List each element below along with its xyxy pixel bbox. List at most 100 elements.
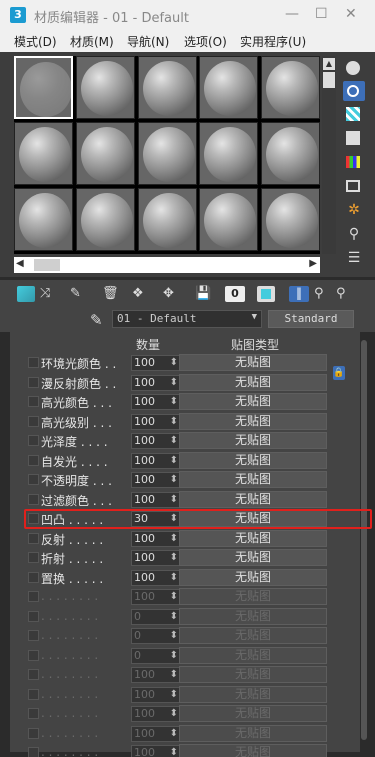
map-enable-checkbox[interactable] [28, 650, 39, 661]
maximize-icon[interactable]: ☐ [315, 6, 328, 22]
map-slot-button[interactable]: 无贴图 [179, 374, 327, 391]
put-to-library-icon[interactable]: 💾 [195, 286, 213, 302]
amount-spinner[interactable]: 0 ⬍ [131, 628, 181, 644]
panel-scrollbar[interactable] [361, 340, 367, 740]
make-preview-icon[interactable] [343, 176, 365, 196]
amount-spinner[interactable]: 100 ⬍ [131, 745, 181, 757]
get-material-icon[interactable] [17, 286, 35, 302]
map-slot-button[interactable]: 无贴图 [179, 744, 327, 757]
make-unique-icon[interactable]: ✥ [163, 286, 181, 302]
options-icon[interactable]: ✲ [343, 202, 365, 222]
spinner-arrows-icon[interactable]: ⬍ [170, 434, 178, 448]
material-map-navigator-icon[interactable]: ☰ [343, 250, 365, 270]
spinner-arrows-icon[interactable]: ⬍ [170, 376, 178, 390]
sample-slot[interactable] [138, 122, 197, 185]
spinner-arrows-icon[interactable]: ⬍ [170, 649, 178, 663]
spinner-arrows-icon[interactable]: ⬍ [170, 551, 178, 565]
sample-slot[interactable] [199, 188, 258, 251]
map-enable-checkbox[interactable] [28, 708, 39, 719]
map-slot-button[interactable]: 无贴图 [179, 413, 327, 430]
spinner-arrows-icon[interactable]: ⬍ [170, 629, 178, 643]
sample-slot[interactable] [261, 188, 320, 251]
material-name-field[interactable]: 01 - Default ▼ [112, 310, 262, 328]
map-enable-checkbox[interactable] [28, 435, 39, 446]
scroll-up-icon[interactable]: ▲ [323, 58, 335, 70]
map-enable-checkbox[interactable] [28, 630, 39, 641]
scroll-thumb[interactable] [323, 72, 335, 88]
map-slot-button[interactable]: 无贴图 [179, 393, 327, 410]
sample-type-icon[interactable] [343, 58, 365, 78]
sample-slot[interactable] [14, 56, 73, 119]
menu-material[interactable]: 材质(M) [70, 33, 114, 50]
spinner-arrows-icon[interactable]: ⬍ [170, 356, 178, 370]
map-enable-checkbox[interactable] [28, 474, 39, 485]
map-slot-button[interactable]: 无贴图 [179, 686, 327, 703]
amount-spinner[interactable]: 100 ⬍ [131, 492, 181, 508]
scroll-left-icon[interactable]: ◀ [16, 258, 24, 269]
material-id-channel-icon[interactable]: 0 [225, 286, 245, 302]
sample-slot[interactable] [138, 56, 197, 119]
go-to-parent-icon[interactable]: ⚲ [314, 286, 332, 302]
spinner-arrows-icon[interactable]: ⬍ [170, 688, 178, 702]
video-color-check-icon[interactable] [343, 152, 365, 172]
amount-spinner[interactable]: 100 ⬍ [131, 687, 181, 703]
map-slot-button[interactable]: 无贴图 [179, 491, 327, 508]
map-enable-checkbox[interactable] [28, 416, 39, 427]
menu-options[interactable]: 选项(O) [184, 33, 227, 50]
map-enable-checkbox[interactable] [28, 455, 39, 466]
spinner-arrows-icon[interactable]: ⬍ [170, 454, 178, 468]
backlight-icon[interactable] [343, 81, 365, 101]
map-slot-button[interactable]: 无贴图 [179, 647, 327, 664]
spinner-arrows-icon[interactable]: ⬍ [170, 395, 178, 409]
amount-spinner[interactable]: 100 ⬍ [131, 550, 181, 566]
amount-spinner[interactable]: 0 ⬍ [131, 609, 181, 625]
select-by-material-icon[interactable]: ⚲ [343, 226, 365, 246]
map-enable-checkbox[interactable] [28, 689, 39, 700]
spinner-arrows-icon[interactable]: ⬍ [170, 707, 178, 721]
uv-tiling-icon[interactable] [343, 128, 365, 148]
map-enable-checkbox[interactable] [28, 552, 39, 563]
spinner-arrows-icon[interactable]: ⬍ [170, 571, 178, 585]
amount-spinner[interactable]: 0 ⬍ [131, 648, 181, 664]
amount-spinner[interactable]: 100 ⬍ [131, 531, 181, 547]
map-slot-button[interactable]: 无贴图 [179, 530, 327, 547]
minimize-icon[interactable]: — [285, 6, 299, 22]
map-slot-button[interactable]: 无贴图 [179, 354, 327, 371]
map-enable-checkbox[interactable] [28, 669, 39, 680]
put-to-scene-icon[interactable]: ⤨ [40, 286, 58, 302]
map-enable-checkbox[interactable] [28, 494, 39, 505]
map-slot-button[interactable]: 无贴图 [179, 627, 327, 644]
chevron-down-icon[interactable]: ▼ [252, 312, 257, 322]
map-enable-checkbox[interactable] [28, 728, 39, 739]
spinner-arrows-icon[interactable]: ⬍ [170, 493, 178, 507]
map-enable-checkbox[interactable] [28, 747, 39, 757]
map-slot-button[interactable]: 无贴图 [179, 569, 327, 586]
amount-spinner[interactable]: 100 ⬍ [131, 472, 181, 488]
amount-spinner[interactable]: 100 ⬍ [131, 453, 181, 469]
reset-map-icon[interactable]: 🗑 [102, 286, 120, 302]
go-forward-to-sibling-icon[interactable]: ⚲ [336, 286, 354, 302]
scroll-right-icon[interactable]: ▶ [309, 258, 317, 269]
map-slot-button[interactable]: 无贴图 [179, 705, 327, 722]
map-enable-checkbox[interactable] [28, 572, 39, 583]
map-enable-checkbox[interactable] [28, 357, 39, 368]
menu-utilities[interactable]: 实用程序(U) [240, 33, 306, 50]
spinner-arrows-icon[interactable]: ⬍ [170, 590, 178, 604]
amount-spinner[interactable]: 100 ⬍ [131, 375, 181, 391]
amount-spinner[interactable]: 100 ⬍ [131, 414, 181, 430]
spinner-arrows-icon[interactable]: ⬍ [170, 532, 178, 546]
assign-to-selection-icon[interactable]: ✎ [70, 286, 88, 302]
spinner-arrows-icon[interactable]: ⬍ [170, 727, 178, 741]
scroll-thumb[interactable] [34, 259, 60, 271]
sample-slot[interactable] [76, 122, 135, 185]
show-end-result-icon[interactable]: ‖ [289, 286, 309, 302]
menu-navigation[interactable]: 导航(N) [127, 33, 169, 50]
map-slot-button[interactable]: 无贴图 [179, 725, 327, 742]
map-slot-button[interactable]: 无贴图 [179, 608, 327, 625]
spinner-arrows-icon[interactable]: ⬍ [170, 610, 178, 624]
map-slot-button[interactable]: 无贴图 [179, 452, 327, 469]
menu-mode[interactable]: 模式(D) [14, 33, 57, 50]
sample-slot[interactable] [199, 56, 258, 119]
close-icon[interactable]: ✕ [345, 6, 357, 22]
sample-slot[interactable] [199, 122, 258, 185]
